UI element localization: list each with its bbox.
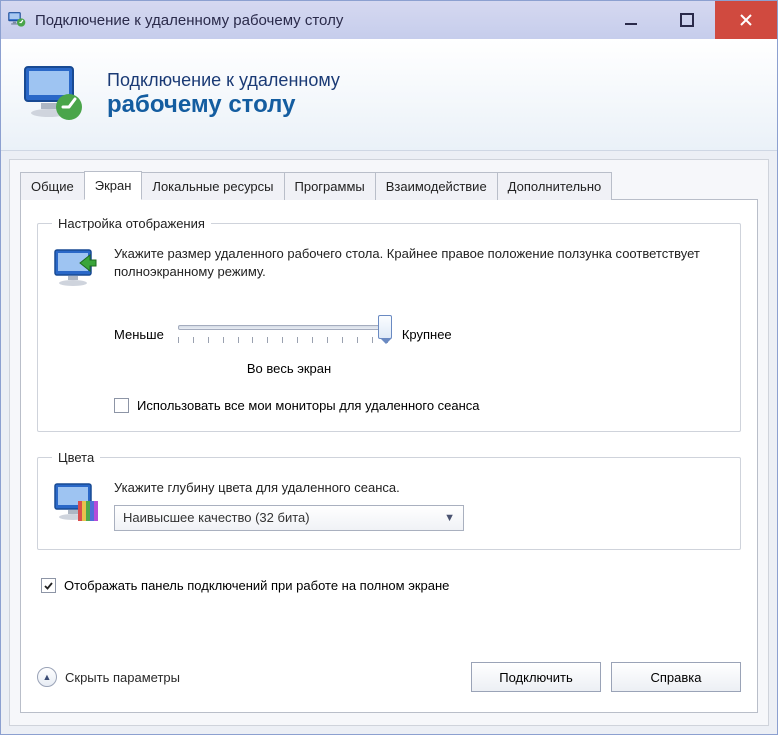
banner-text: Подключение к удаленному рабочему столу xyxy=(107,70,340,119)
multimonitors-label: Использовать все мои мониторы для удален… xyxy=(137,398,480,413)
colors-group: Цвета xyxy=(37,450,741,550)
size-slider-row: Меньше Крупнее xyxy=(114,317,726,351)
slider-thumb[interactable] xyxy=(378,315,392,339)
buttons-row: ▲ Скрыть параметры Подключить Справка xyxy=(37,634,741,692)
display-settings-group: Настройка отображения Укажите размер уда… xyxy=(37,216,741,432)
slider-ticks xyxy=(178,337,388,345)
hide-options-button[interactable]: ▲ Скрыть параметры xyxy=(37,667,180,687)
tab-display[interactable]: Экран xyxy=(84,171,143,200)
slider-value-label: Во весь экран xyxy=(184,361,394,376)
tabs: Общие Экран Локальные ресурсы Программы … xyxy=(20,170,758,199)
multimonitors-checkbox[interactable] xyxy=(114,398,129,413)
color-depth-value: Наивысшее качество (32 бита) xyxy=(123,510,310,525)
multimonitors-row: Использовать все мои мониторы для удален… xyxy=(114,398,726,413)
tab-experience[interactable]: Взаимодействие xyxy=(375,172,498,200)
client-area: Общие Экран Локальные ресурсы Программы … xyxy=(9,159,769,726)
remote-desktop-window: Подключение к удаленному рабочему столу xyxy=(0,0,778,735)
slider-max-label: Крупнее xyxy=(402,327,452,342)
chevron-down-icon: ▼ xyxy=(444,512,455,524)
connection-bar-row: Отображать панель подключений при работе… xyxy=(41,578,741,593)
tab-local-resources[interactable]: Локальные ресурсы xyxy=(141,172,284,200)
slider-track xyxy=(178,325,388,330)
banner-title: рабочему столу xyxy=(107,91,340,119)
close-button[interactable] xyxy=(715,1,777,39)
display-icon xyxy=(52,245,100,293)
tab-advanced[interactable]: Дополнительно xyxy=(497,172,613,200)
slider-min-label: Меньше xyxy=(114,327,164,342)
app-icon xyxy=(7,10,27,30)
maximize-button[interactable] xyxy=(659,1,715,39)
chevron-up-icon: ▲ xyxy=(37,667,57,687)
color-depth-select[interactable]: Наивысшее качество (32 бита) ▼ xyxy=(114,505,464,531)
tabpanel-display: Настройка отображения Укажите размер уда… xyxy=(20,199,758,713)
display-settings-legend: Настройка отображения xyxy=(52,216,211,231)
window-controls xyxy=(603,1,777,39)
colors-legend: Цвета xyxy=(52,450,100,465)
minimize-button[interactable] xyxy=(603,1,659,39)
tab-general[interactable]: Общие xyxy=(20,172,85,200)
titlebar: Подключение к удаленному рабочему столу xyxy=(1,1,777,39)
window-title: Подключение к удаленному рабочему столу xyxy=(35,12,603,29)
help-button[interactable]: Справка xyxy=(611,662,741,692)
tab-programs[interactable]: Программы xyxy=(284,172,376,200)
connection-bar-checkbox[interactable] xyxy=(41,578,56,593)
hide-options-label: Скрыть параметры xyxy=(65,670,180,685)
colors-description: Укажите глубину цвета для удаленного сеа… xyxy=(114,479,726,497)
banner-subtitle: Подключение к удаленному xyxy=(107,70,340,91)
size-slider[interactable] xyxy=(178,317,388,351)
banner: Подключение к удаленному рабочему столу xyxy=(1,39,777,151)
connection-bar-label: Отображать панель подключений при работе… xyxy=(64,578,449,593)
banner-icon xyxy=(19,59,91,131)
connect-button[interactable]: Подключить xyxy=(471,662,601,692)
colors-icon xyxy=(52,479,100,527)
display-settings-description: Укажите размер удаленного рабочего стола… xyxy=(114,245,726,280)
